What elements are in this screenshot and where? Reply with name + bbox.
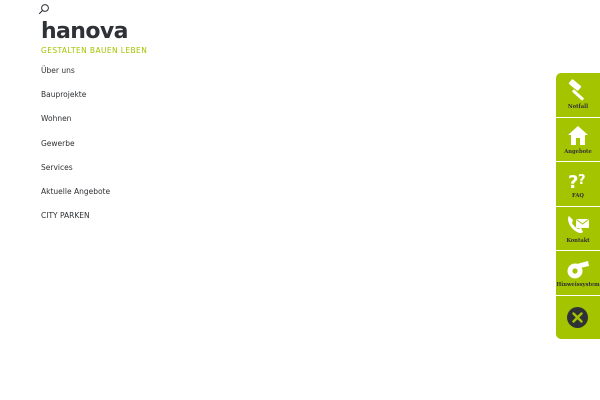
hammer-icon xyxy=(568,79,584,101)
quick-hinweissystem-label: Hinweissystem xyxy=(556,282,600,289)
nav-item-bauprojekte[interactable]: Bauprojekte xyxy=(41,90,110,114)
house-icon xyxy=(568,125,588,145)
search-button[interactable] xyxy=(38,2,50,15)
svg-text:?: ? xyxy=(568,172,578,192)
nav-item-wohnen[interactable]: Wohnen xyxy=(41,114,110,138)
svg-text:?: ? xyxy=(578,173,586,188)
nav-item-gewerbe[interactable]: Gewerbe xyxy=(41,139,110,163)
question-icon: ? ? xyxy=(568,172,586,192)
nav-item-city-parken[interactable]: CITY PARKEN xyxy=(41,211,110,235)
nav-item-ueber-uns[interactable]: Über uns xyxy=(41,66,110,90)
whistle-icon xyxy=(567,261,589,279)
close-icon xyxy=(572,312,583,323)
search-icon xyxy=(38,4,49,15)
quick-notfall-label: Notfall xyxy=(567,104,589,110)
logo[interactable]: hanova GESTALTEN BAUEN LEBEN xyxy=(41,19,148,56)
nav-item-aktuelle-angebote[interactable]: Aktuelle Angebote xyxy=(41,187,110,211)
phone-mail-icon xyxy=(568,215,589,233)
quick-notfall-button[interactable]: Notfall xyxy=(556,73,600,118)
quick-kontakt-label: Kontakt xyxy=(566,237,590,244)
quick-faq-button[interactable]: ? ? FAQ xyxy=(556,162,600,207)
logo-wordmark: hanova xyxy=(41,19,128,44)
quick-kontakt-button[interactable]: Kontakt xyxy=(556,207,600,252)
logo-tagline: GESTALTEN BAUEN LEBEN xyxy=(41,46,148,55)
quick-hinweissystem-button[interactable]: Hinweissystem xyxy=(556,251,600,296)
quick-faq-label: FAQ xyxy=(572,193,584,200)
quick-bar-close-button[interactable] xyxy=(556,296,600,339)
page: hanova GESTALTEN BAUEN LEBEN Über uns Ba… xyxy=(0,0,600,400)
main-navigation: Über uns Bauprojekte Wohnen Gewerbe Serv… xyxy=(41,66,110,235)
quick-access-bar: Notfall Angebote ? ? FAQ Kontakt Hinweis… xyxy=(556,73,600,339)
quick-angebote-label: Angebote xyxy=(564,148,592,155)
nav-item-services[interactable]: Services xyxy=(41,163,110,187)
quick-angebote-button[interactable]: Angebote xyxy=(556,118,600,163)
